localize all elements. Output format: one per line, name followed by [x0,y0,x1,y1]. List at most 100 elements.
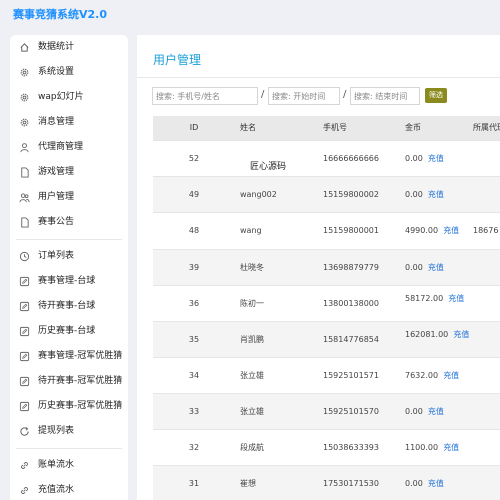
edit-icon [19,276,30,287]
row-name: 崔想 [240,479,256,488]
sidebar-item[interactable]: 系统设置 [10,60,128,85]
sidebar-item[interactable]: 赛事管理-冠军优胜猜 [10,344,128,369]
table-row: 34 张立雄 15925101571 7632.00 充值 [153,358,500,394]
sidebar-item-label: 代理商管理 [38,142,84,152]
recharge-link[interactable]: 充值 [428,263,444,272]
user-table: ID 姓名 手机号 金币 所属代理 52166666666660.00 充值匠心… [153,116,500,500]
edit-icon [19,326,30,337]
sidebar-item-label: 待开赛事-冠军优胜猜 [38,376,123,386]
gear-icon [19,67,30,78]
top-bar: 赛事竞猜系统V2.0 [0,0,500,28]
row-id: 52 [188,154,200,163]
sidebar-item[interactable]: 订单列表 [10,244,128,269]
gold-value: 1100.00 [405,443,439,452]
link-icon [19,460,30,471]
sidebar-item[interactable]: 提现列表 [10,419,128,444]
column-header-agent: 所属代理 [473,123,500,132]
row-gold: 0.00 充值 [405,141,471,176]
sidebar-item-label: 订单列表 [38,251,75,261]
row-gold: 0.00 充值 [405,394,471,429]
row-phone: 15159800001 [323,226,379,235]
filter-button[interactable]: 筛选 [425,88,447,103]
sidebar-item[interactable]: 数据统计 [10,35,128,60]
sidebar-item-label: 赛事管理-台球 [38,276,96,286]
row-agent: 18676 [473,226,499,235]
gold-value: 58172.00 [405,294,444,303]
row-id: 48 [188,226,200,235]
recharge-link[interactable]: 充值 [443,226,459,235]
table-row: 48 wang 15159800001 4990.00 充值 18676 [153,213,500,250]
row-id: 34 [188,371,200,380]
sidebar-item[interactable]: 待开赛事-冠军优胜猜 [10,369,128,394]
recharge-link[interactable]: 充值 [428,154,444,163]
search-input[interactable] [152,87,258,105]
row-name: 张立雄 [240,371,264,380]
main-panel: 用户管理 / / 筛选 ID 姓名 手机号 金币 所属代理 52 16666666… [137,35,500,500]
gold-value: 7632.00 [405,371,439,380]
row-phone: 15159800002 [323,190,379,199]
sidebar-item-label: 游戏管理 [38,167,75,177]
row-phone: 15925101571 [323,371,379,380]
sidebar-item[interactable]: 历史赛事-冠军优胜猜 [10,394,128,419]
table-row: 39 杜晓冬 13698879779 0.00 充值 [153,250,500,286]
recharge-link[interactable]: 充值 [453,330,469,339]
sidebar-item[interactable]: 充值流水 [10,478,128,500]
sidebar-item[interactable]: 历史赛事-台球 [10,319,128,344]
user-icon [19,142,30,153]
row-phone: 15814776854 [323,335,379,344]
table-row: 33 张立雄 15925101570 0.00 充值 [153,394,500,430]
column-header-name: 姓名 [240,123,256,132]
recharge-link[interactable]: 充值 [428,407,444,416]
sidebar-item[interactable]: 账单流水 [10,453,128,478]
row-id: 39 [188,263,200,272]
clock-icon [19,251,30,262]
sidebar-item[interactable]: 游戏管理 [10,160,128,185]
gold-value: 162081.00 [405,330,449,339]
row-id: 31 [188,479,200,488]
filter-separator: / [261,89,265,100]
document-icon [19,167,30,178]
row-name: 杜晓冬 [240,263,264,272]
recharge-link[interactable]: 充值 [428,479,444,488]
row-name: 陈初一 [240,299,264,308]
row-gold: 0.00 充值 [405,177,471,212]
document-icon [19,217,30,228]
start-time-input[interactable] [268,87,340,105]
row-phone: 15925101570 [323,407,379,416]
row-gold: 0.00 充值 [405,250,471,285]
column-header-id: ID [189,123,199,132]
table-row: 32 段成航 15038633393 1100.00 充值 [153,430,500,466]
sidebar-item-label: 待开赛事-台球 [38,301,96,311]
sidebar-item-label: 提现列表 [38,426,75,436]
sidebar-item[interactable]: 待开赛事-台球 [10,294,128,319]
gold-value: 0.00 [405,407,423,416]
gear-icon [19,92,30,103]
sidebar-item[interactable]: 赛事公告 [10,210,128,235]
sidebar-item-label: 账单流水 [38,460,75,470]
recharge-link[interactable]: 充值 [443,371,459,380]
sidebar-item-label: 赛事管理-冠军优胜猜 [38,351,123,361]
row-id: 49 [188,190,200,199]
edit-icon [19,376,30,387]
recharge-link[interactable]: 充值 [428,190,444,199]
gear-icon [19,117,30,128]
sidebar-item[interactable]: 赛事管理-台球 [10,269,128,294]
row-gold: 0.00 充值 [405,466,471,500]
gold-value: 0.00 [405,154,423,163]
row-gold: 162081.00 充值 [405,328,471,341]
sidebar-divider [16,448,122,449]
row-gold: 58172.00 充值 [405,292,471,305]
recharge-link[interactable]: 充值 [443,443,459,452]
sidebar-item[interactable]: wap幻灯片 [10,85,128,110]
sidebar-item[interactable]: 代理商管理 [10,135,128,160]
row-id: 32 [188,443,200,452]
end-time-input[interactable] [350,87,420,105]
row-id: 35 [188,335,200,344]
sidebar-item-label: 赛事公告 [38,217,75,227]
recharge-link[interactable]: 充值 [448,294,464,303]
row-gold: 4990.00 充值 [405,213,471,249]
table-row: 36 陈初一 13800138000 58172.00 充值 [153,286,500,322]
sidebar-item[interactable]: 消息管理 [10,110,128,135]
gold-value: 0.00 [405,263,423,272]
sidebar-item[interactable]: 用户管理 [10,185,128,210]
